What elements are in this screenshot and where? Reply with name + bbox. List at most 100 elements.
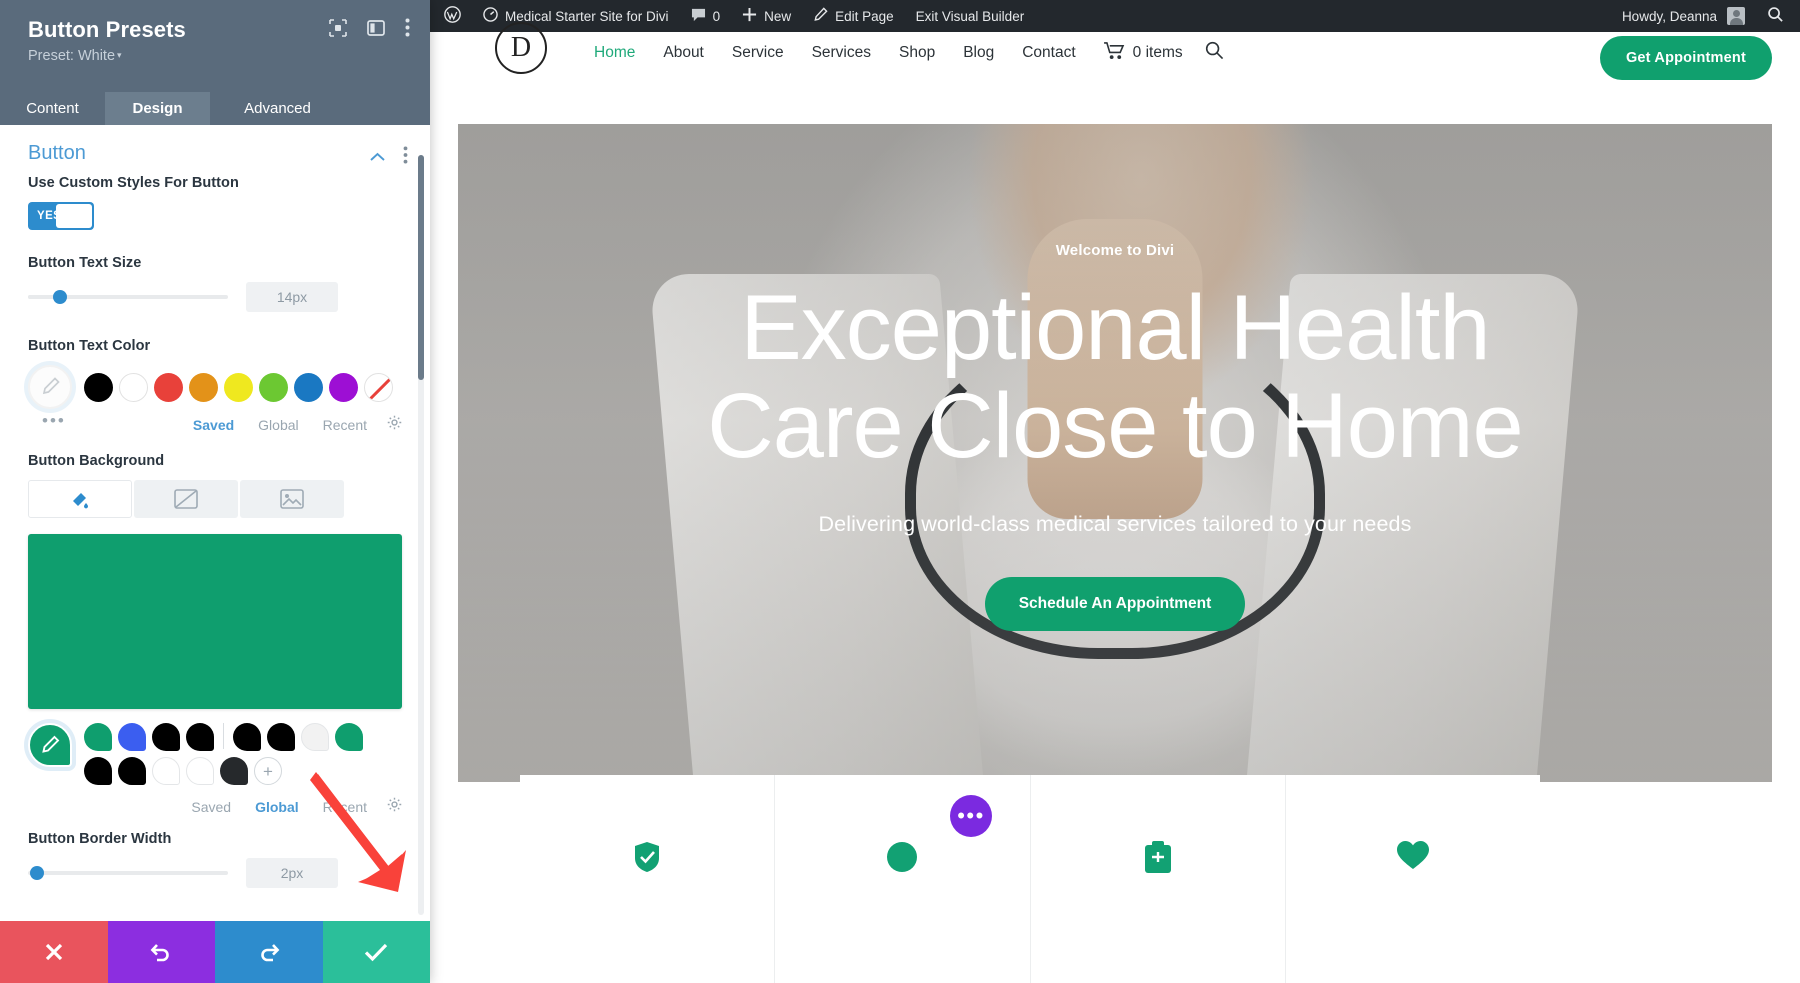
swatch-white[interactable] — [119, 372, 148, 402]
use-custom-styles-toggle[interactable]: YES — [28, 202, 94, 230]
dashboard-icon — [483, 7, 498, 25]
saved-swatch[interactable] — [186, 723, 214, 751]
row-settings-button[interactable]: ••• — [950, 795, 992, 837]
hero-subtitle: Delivering world-class medical services … — [818, 511, 1412, 536]
wp-logo-item[interactable] — [430, 0, 472, 32]
feature-card[interactable] — [775, 775, 1031, 983]
comments-item[interactable]: 0 — [680, 0, 732, 32]
button-text-size-slider[interactable] — [28, 290, 228, 304]
feature-card[interactable] — [1286, 775, 1540, 983]
color-picker-button[interactable] — [28, 365, 72, 409]
tab-advanced[interactable]: Advanced — [210, 92, 345, 125]
saved-swatch[interactable] — [152, 757, 180, 785]
chevron-up-icon[interactable] — [370, 149, 385, 167]
slider-thumb[interactable] — [30, 866, 44, 880]
tab-global[interactable]: Global — [258, 417, 298, 433]
background-image-tab[interactable] — [240, 480, 344, 518]
swatch-transparent[interactable] — [364, 372, 393, 402]
background-color-preview[interactable] — [28, 534, 402, 709]
saved-swatch[interactable] — [118, 757, 146, 785]
saved-swatch[interactable] — [118, 723, 146, 751]
saved-swatch[interactable] — [301, 723, 329, 751]
saved-swatch[interactable] — [267, 723, 295, 751]
hero-section: Welcome to Divi Exceptional Health Care … — [430, 92, 1800, 782]
hero-content: Welcome to Divi Exceptional Health Care … — [430, 242, 1800, 631]
site-search-icon[interactable] — [1195, 41, 1224, 65]
discard-button[interactable] — [0, 921, 108, 983]
saved-swatch[interactable] — [84, 757, 112, 785]
tab-recent[interactable]: Recent — [323, 417, 367, 433]
visual-builder-stage: Medical Starter Site for Divi 0 New Edit… — [388, 0, 1800, 983]
background-gradient-tab[interactable] — [134, 480, 238, 518]
color-picker-button[interactable] — [28, 723, 72, 767]
chevron-down-icon: ▾ — [117, 50, 122, 60]
swatch-green[interactable] — [259, 372, 288, 402]
swatch-purple[interactable] — [329, 372, 358, 402]
more-vertical-icon[interactable] — [405, 18, 410, 37]
more-vertical-icon[interactable] — [403, 146, 408, 169]
saved-swatch[interactable] — [186, 757, 214, 785]
site-nav: Home About Service Services Shop Blog Co… — [580, 41, 1224, 65]
field-label: Button Text Color — [28, 338, 151, 354]
site-name-item[interactable]: Medical Starter Site for Divi — [472, 0, 680, 32]
saved-swatch[interactable] — [233, 723, 261, 751]
responsive-icon[interactable] — [329, 18, 347, 37]
saved-swatch[interactable] — [220, 757, 248, 785]
field-label: Button Text Size — [28, 255, 142, 271]
feature-card[interactable] — [1031, 775, 1286, 983]
tab-saved[interactable]: Saved — [191, 799, 231, 815]
get-appointment-button[interactable]: Get Appointment — [1599, 36, 1772, 80]
panel-header-icons — [329, 18, 410, 37]
add-swatch-button[interactable]: + — [254, 757, 282, 785]
nav-item-services[interactable]: Services — [798, 44, 885, 62]
nav-item-home[interactable]: Home — [580, 44, 649, 62]
swatch-black[interactable] — [84, 372, 113, 402]
site-logo[interactable]: D — [495, 22, 547, 74]
nav-item-contact[interactable]: Contact — [1008, 44, 1089, 62]
nav-item-service[interactable]: Service — [718, 44, 798, 62]
slider-thumb[interactable] — [53, 290, 67, 304]
greeting-label[interactable]: Howdy, Deanna — [1622, 9, 1717, 24]
schedule-appointment-button[interactable]: Schedule An Appointment — [984, 576, 1246, 631]
undo-button[interactable] — [107, 921, 215, 983]
nav-item-about[interactable]: About — [649, 44, 718, 62]
nav-item-blog[interactable]: Blog — [949, 44, 1008, 62]
hero-title-line-2: Care Close to Home — [707, 375, 1523, 478]
button-border-width-slider[interactable] — [28, 866, 228, 880]
new-item[interactable]: New — [731, 0, 802, 32]
saved-swatch[interactable] — [335, 723, 363, 751]
saved-swatch[interactable] — [152, 723, 180, 751]
swatch-blue[interactable] — [294, 372, 323, 402]
saved-swatch[interactable] — [84, 723, 112, 751]
redo-button[interactable] — [215, 921, 323, 983]
field-label: Button Background — [28, 453, 165, 469]
button-text-size-input[interactable]: 14px — [246, 282, 338, 312]
feature-card[interactable] — [520, 775, 776, 983]
layout-columns-icon[interactable] — [367, 19, 385, 36]
tab-global[interactable]: Global — [255, 799, 299, 815]
nav-item-shop[interactable]: Shop — [885, 44, 949, 62]
more-colors-button[interactable]: ••• — [28, 411, 66, 431]
text-color-swatch-row — [28, 365, 402, 409]
swatch-orange[interactable] — [189, 372, 218, 402]
background-color-tab[interactable] — [28, 480, 132, 518]
edit-page-item[interactable]: Edit Page — [802, 0, 905, 32]
avatar[interactable] — [1727, 7, 1745, 25]
gear-icon[interactable] — [387, 415, 402, 435]
search-icon[interactable] — [1755, 6, 1792, 26]
tab-saved[interactable]: Saved — [193, 417, 234, 433]
exit-visual-builder-item[interactable]: Exit Visual Builder — [905, 0, 1036, 32]
panel-scrollbar-thumb[interactable] — [418, 155, 424, 380]
button-section-header: Button — [0, 125, 430, 169]
swatch-red[interactable] — [154, 372, 183, 402]
preset-selector[interactable]: Preset: White ▾ — [28, 48, 408, 64]
tab-design[interactable]: Design — [105, 92, 210, 125]
cart-link[interactable]: 0 items — [1090, 41, 1195, 65]
tab-content[interactable]: Content — [0, 92, 105, 125]
clipboard-icon — [1143, 840, 1173, 880]
hero-title-line-1: Exceptional Health — [740, 277, 1490, 379]
shield-check-icon — [630, 840, 664, 880]
new-label: New — [764, 8, 792, 24]
save-button[interactable] — [322, 921, 430, 983]
swatch-yellow[interactable] — [224, 372, 253, 402]
